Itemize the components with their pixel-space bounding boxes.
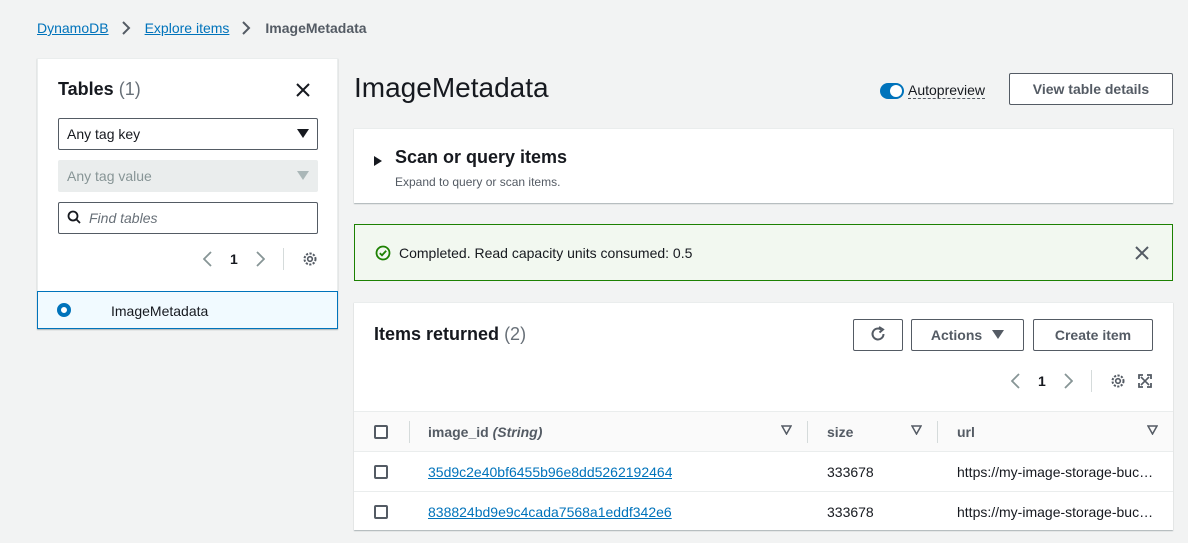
tables-title-label: Tables (58, 79, 114, 99)
caret-down-icon (297, 126, 309, 142)
table-row: 35d9c2e40bf6455b96e8dd5262192464 333678 … (354, 451, 1173, 491)
url-cell: https://my-image-storage-bucket (957, 504, 1157, 520)
image-id-link[interactable]: 838824bd9e9c4cada7568a1eddf342e6 (428, 504, 672, 520)
caret-down-icon (297, 168, 309, 184)
breadcrumb-explore-items-link[interactable]: Explore items (145, 20, 230, 36)
items-count: (2) (504, 324, 527, 344)
image-id-link[interactable]: 35d9c2e40bf6455b96e8dd5262192464 (428, 464, 672, 480)
chevron-right-icon (121, 21, 131, 35)
refresh-button[interactable] (853, 319, 903, 351)
tag-value-select-value: Any tag value (67, 168, 152, 184)
close-panel-icon[interactable] (295, 82, 311, 98)
gear-icon[interactable] (1110, 373, 1126, 389)
create-item-button[interactable]: Create item (1033, 319, 1153, 351)
check-circle-icon (375, 245, 391, 261)
items-pagination: 1 (1011, 370, 1152, 392)
divider (1090, 370, 1092, 392)
autopreview-toggle[interactable]: Autopreview (880, 82, 986, 99)
chevron-right-icon[interactable] (256, 251, 265, 267)
expander-title: Scan or query items (395, 147, 568, 167)
caret-down-icon (992, 327, 1005, 343)
column-divider (807, 421, 808, 443)
column-header-image-id[interactable]: image_id (String) (428, 424, 542, 440)
items-title: Items returned (2) (374, 324, 526, 345)
actions-label: Actions (930, 327, 983, 343)
row-checkbox[interactable] (374, 505, 388, 519)
view-table-details-button[interactable]: View table details (1009, 73, 1173, 105)
find-tables-search (58, 202, 318, 234)
column-header-url[interactable]: url (957, 424, 975, 440)
select-all-checkbox[interactable] (374, 425, 388, 439)
items-returned-panel: Items returned (2) Actions Create item 1 (354, 302, 1173, 530)
column-divider (409, 421, 410, 443)
table-list-item[interactable]: ImageMetadata (37, 291, 338, 329)
caret-right-icon (374, 156, 382, 166)
divider (282, 248, 284, 270)
actions-button[interactable]: Actions (911, 319, 1024, 351)
size-cell: 333678 (827, 504, 874, 520)
table-radio-button[interactable] (57, 303, 71, 317)
chevron-left-icon[interactable] (1011, 373, 1020, 389)
fullscreen-icon[interactable] (1137, 374, 1152, 388)
sort-icon[interactable] (911, 425, 922, 435)
find-tables-input[interactable] (89, 210, 309, 226)
breadcrumb-current: ImageMetadata (265, 20, 367, 36)
tables-panel: Tables (1) Any tag key Any tag value 1 (37, 58, 338, 329)
table-name-label: ImageMetadata (111, 303, 209, 319)
toggle-switch[interactable] (880, 82, 904, 99)
items-title-label: Items returned (374, 324, 500, 344)
row-checkbox[interactable] (374, 465, 388, 479)
url-cell: https://my-image-storage-bucket (957, 464, 1157, 480)
table-row: 838824bd9e9c4cada7568a1eddf342e6 333678 … (354, 491, 1173, 531)
sort-icon[interactable] (1147, 425, 1158, 435)
close-icon[interactable] (1135, 246, 1149, 260)
page-title: ImageMetadata (354, 72, 549, 103)
chevron-left-icon[interactable] (203, 251, 212, 267)
tag-key-select[interactable]: Any tag key (58, 118, 318, 150)
size-cell: 333678 (827, 464, 874, 480)
chevron-right-icon[interactable] (1064, 373, 1073, 389)
expander-description: Expand to query or scan items. (395, 175, 561, 189)
search-icon (67, 210, 81, 227)
flash-message: Completed. Read capacity units consumed:… (399, 245, 693, 261)
column-header-size[interactable]: size (827, 424, 853, 440)
table-header-row: image_id (String) size url (354, 411, 1173, 451)
refresh-icon (869, 325, 887, 346)
page-number[interactable]: 1 (1038, 373, 1046, 389)
sort-icon[interactable] (781, 425, 792, 435)
page-number[interactable]: 1 (230, 251, 238, 267)
gear-icon[interactable] (302, 251, 318, 267)
autopreview-label: Autopreview (908, 82, 986, 99)
success-flash: Completed. Read capacity units consumed:… (354, 224, 1173, 281)
items-table: image_id (String) size url 35d9c2e40bf64… (354, 411, 1173, 531)
breadcrumb: DynamoDB Explore items ImageMetadata (37, 20, 367, 36)
tables-pagination: 1 (203, 248, 318, 270)
breadcrumb-dynamodb-link[interactable]: DynamoDB (37, 20, 109, 36)
scan-query-expander[interactable]: Scan or query items Expand to query or s… (354, 128, 1173, 203)
tag-key-select-value: Any tag key (67, 126, 141, 142)
tag-value-select: Any tag value (58, 160, 318, 192)
column-divider (937, 421, 938, 443)
chevron-right-icon (241, 21, 251, 35)
tables-count: (1) (118, 79, 141, 99)
tables-panel-title: Tables (1) (58, 79, 141, 100)
